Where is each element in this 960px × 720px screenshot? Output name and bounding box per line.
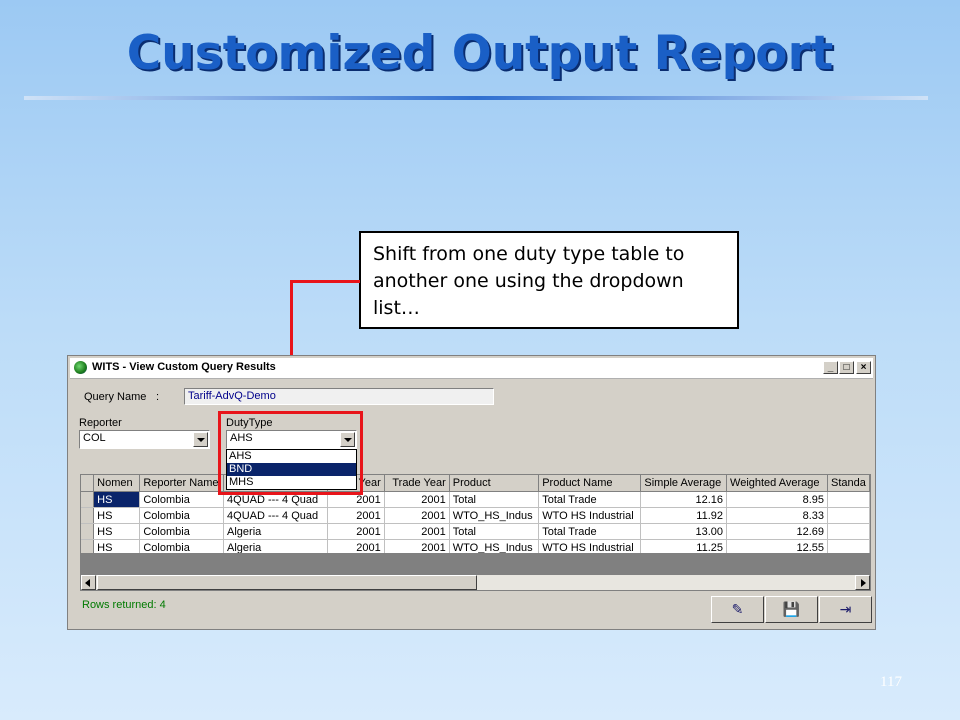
reporter-dropdown-arrow-icon[interactable] <box>193 432 208 447</box>
column-header-reporter-name[interactable]: Reporter Name <box>139 475 225 492</box>
scroll-left-button[interactable] <box>81 575 96 590</box>
cell-product-name[interactable]: WTO HS Industrial <box>538 507 642 524</box>
cell-weighted-average[interactable]: 8.33 <box>726 507 829 524</box>
cell-nomen[interactable]: HS <box>93 523 141 540</box>
reporter-label: Reporter <box>79 417 122 429</box>
cell-weighted-average[interactable]: 12.55 <box>726 539 829 553</box>
row-indicator-header <box>81 475 95 492</box>
reporter-select[interactable]: COL <box>79 430 210 449</box>
cell-reporter-name[interactable]: Colombia <box>139 539 225 553</box>
cell-standard[interactable] <box>827 539 870 553</box>
minimize-button[interactable]: _ <box>823 361 838 374</box>
cell-partner[interactable]: 4QUAD --- 4 Quad <box>223 507 328 524</box>
window-titlebar[interactable]: WITS - View Custom Query Results _ □ × <box>70 358 873 379</box>
column-header-nomen[interactable]: Nomen <box>93 475 141 492</box>
cell-product-name[interactable]: Total Trade <box>538 523 642 540</box>
cell-simple-average[interactable]: 12.16 <box>640 491 728 508</box>
column-header-weighted-average[interactable]: Weighted Average <box>726 475 829 492</box>
row-indicator[interactable] <box>81 507 95 524</box>
grid-empty-area <box>80 554 871 574</box>
results-table: Nomen Reporter Name ff Year Trade Year P… <box>81 475 870 553</box>
duty-type-highlight-box <box>218 411 363 495</box>
reporter-select-value: COL <box>83 432 106 444</box>
cell-tariff-year[interactable]: 2001 <box>327 523 385 540</box>
query-name-field[interactable]: Tariff-AdvQ-Demo <box>184 388 494 405</box>
cell-nomen[interactable]: HS <box>93 507 141 524</box>
table-row[interactable]: HS Colombia Algeria 2001 2001 Total Tota… <box>81 523 870 540</box>
cell-standard[interactable] <box>827 507 870 524</box>
connector-line-horizontal <box>290 280 360 283</box>
cell-weighted-average[interactable]: 8.95 <box>726 491 829 508</box>
cell-reporter-name[interactable]: Colombia <box>139 523 225 540</box>
globe-app-icon <box>74 361 87 374</box>
table-row[interactable]: HS Colombia 4QUAD --- 4 Quad 2001 2001 T… <box>81 491 870 508</box>
cell-product[interactable]: WTO_HS_Indus <box>449 507 540 524</box>
cell-trade-year[interactable]: 2001 <box>384 491 450 508</box>
row-indicator[interactable] <box>81 523 95 540</box>
arrow-right-icon <box>861 579 866 587</box>
cell-nomen[interactable]: HS <box>93 539 141 553</box>
query-name-label: Query Name <box>84 391 147 403</box>
cell-standard[interactable] <box>827 491 870 508</box>
save-disk-icon: 💾 <box>782 601 801 617</box>
column-header-standard[interactable]: Standa <box>827 475 870 492</box>
cell-product-name[interactable]: WTO HS Industrial <box>538 539 642 553</box>
cell-product-name[interactable]: Total Trade <box>538 491 642 508</box>
cell-reporter-name[interactable]: Colombia <box>139 491 225 508</box>
table-row[interactable]: HS Colombia Algeria 2001 2001 WTO_HS_Ind… <box>81 539 870 553</box>
edit-report-button[interactable]: ✎ <box>711 596 764 623</box>
grid-header-row: Nomen Reporter Name ff Year Trade Year P… <box>81 475 870 492</box>
cell-trade-year[interactable]: 2001 <box>384 523 450 540</box>
cell-simple-average[interactable]: 11.25 <box>640 539 728 553</box>
cell-partner[interactable]: Algeria <box>223 539 328 553</box>
title-divider <box>24 96 928 100</box>
cell-simple-average[interactable]: 13.00 <box>640 523 728 540</box>
window-title: WITS - View Custom Query Results <box>92 361 276 373</box>
cell-product[interactable]: Total <box>449 491 540 508</box>
callout-note: Shift from one duty type table to anothe… <box>359 231 739 329</box>
cell-reporter-name[interactable]: Colombia <box>139 507 225 524</box>
column-header-product-name[interactable]: Product Name <box>538 475 642 492</box>
cell-tariff-year[interactable]: 2001 <box>327 507 385 524</box>
cell-trade-year[interactable]: 2001 <box>384 507 450 524</box>
close-button[interactable]: × <box>856 361 871 374</box>
row-indicator[interactable] <box>81 539 95 553</box>
cell-simple-average[interactable]: 11.92 <box>640 507 728 524</box>
horizontal-scrollbar[interactable] <box>80 574 871 591</box>
row-indicator[interactable] <box>81 491 95 508</box>
exit-door-icon: ⇥ <box>839 601 852 617</box>
page-number: 117 <box>880 674 902 690</box>
column-header-product[interactable]: Product <box>449 475 540 492</box>
column-header-simple-average[interactable]: Simple Average <box>640 475 728 492</box>
results-grid: Nomen Reporter Name ff Year Trade Year P… <box>80 474 871 554</box>
slide-title: Customized Output Report <box>126 26 834 81</box>
cell-product[interactable]: Total <box>449 523 540 540</box>
table-row[interactable]: HS Colombia 4QUAD --- 4 Quad 2001 2001 W… <box>81 507 870 524</box>
cell-nomen[interactable]: HS <box>93 491 141 508</box>
cell-partner[interactable]: Algeria <box>223 523 328 540</box>
cell-weighted-average[interactable]: 12.69 <box>726 523 829 540</box>
cell-trade-year[interactable]: 2001 <box>384 539 450 553</box>
query-name-colon: : <box>156 391 160 403</box>
scrollbar-thumb[interactable] <box>97 575 477 590</box>
cell-product[interactable]: WTO_HS_Indus <box>449 539 540 553</box>
rows-returned-status: Rows returned: 4 <box>82 599 166 611</box>
exit-button[interactable]: ⇥ <box>819 596 872 623</box>
edit-report-icon: ✎ <box>731 601 744 617</box>
query-results-window: WITS - View Custom Query Results _ □ × Q… <box>67 355 876 630</box>
maximize-button[interactable]: □ <box>839 361 854 374</box>
arrow-left-icon <box>85 579 90 587</box>
scroll-right-button[interactable] <box>855 575 870 590</box>
cell-standard[interactable] <box>827 523 870 540</box>
cell-tariff-year[interactable]: 2001 <box>327 539 385 553</box>
save-button[interactable]: 💾 <box>765 596 818 623</box>
column-header-trade-year[interactable]: Trade Year <box>384 475 450 492</box>
